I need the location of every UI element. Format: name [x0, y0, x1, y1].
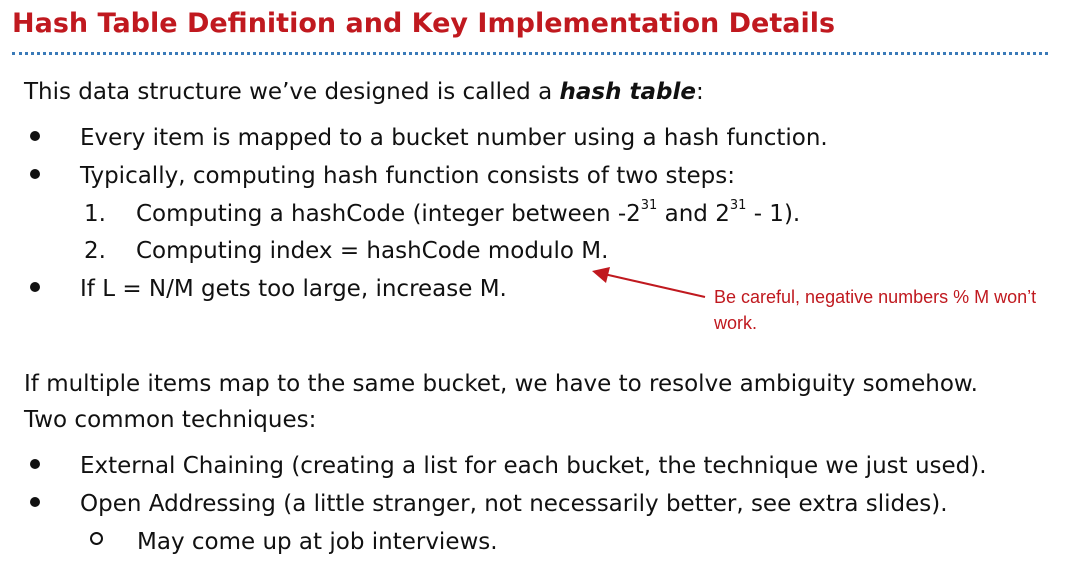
bullet-item-external-chaining: External Chaining (creating a list for e… [30, 450, 987, 482]
bullet-text: Open Addressing (a little stranger, not … [80, 491, 948, 517]
bullet-item-open-addressing: Open Addressing (a little stranger, not … [30, 488, 948, 520]
collision-paragraph-line2: Two common techniques: [24, 407, 317, 433]
bullet-dot-icon [30, 497, 40, 507]
bullet-dot-icon [30, 459, 40, 469]
sub-bullet-item-interviews: May come up at job interviews. [90, 526, 498, 558]
callout-note: Be careful, negative numbers % M won’t w… [714, 287, 1037, 333]
collision-paragraph-line1: If multiple items map to the same bucket… [24, 371, 978, 397]
hollow-bullet-icon [90, 532, 103, 545]
bullet-text: External Chaining (creating a list for e… [80, 453, 987, 479]
sub-bullet-text: May come up at job interviews. [137, 529, 498, 555]
